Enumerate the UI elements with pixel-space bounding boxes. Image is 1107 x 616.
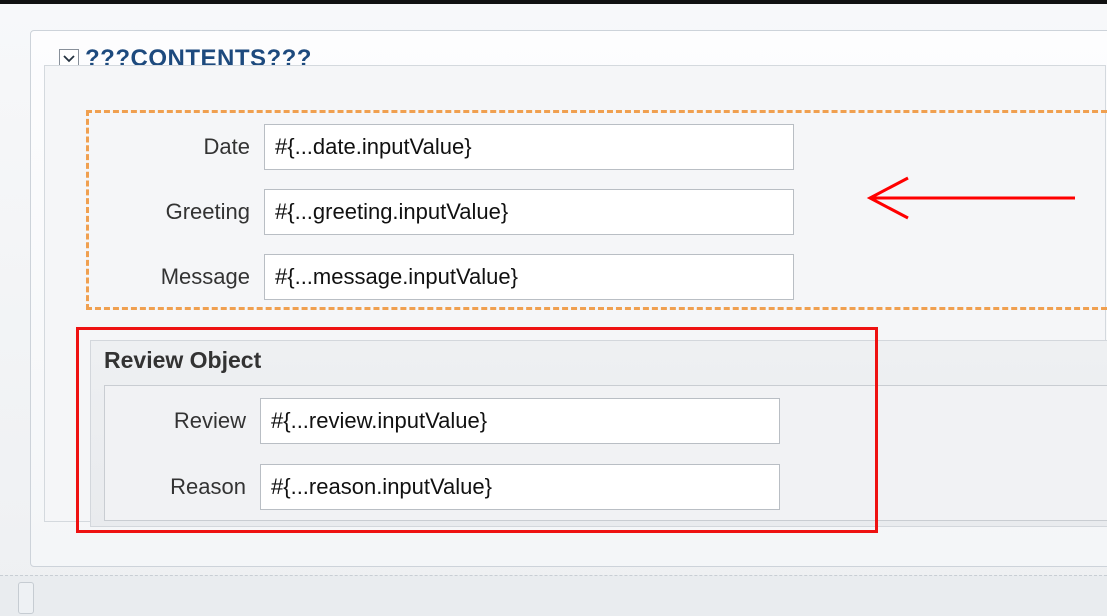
message-row: Message #{...message.inputValue}	[90, 254, 794, 300]
date-label: Date	[203, 134, 250, 159]
resize-handle[interactable]	[18, 582, 34, 614]
review-highlight-outline	[76, 327, 878, 533]
greeting-input[interactable]: #{...greeting.inputValue}	[264, 189, 794, 235]
message-input[interactable]: #{...message.inputValue}	[264, 254, 794, 300]
greeting-label: Greeting	[165, 199, 250, 224]
date-input[interactable]: #{...date.inputValue}	[264, 124, 794, 170]
date-row: Date #{...date.inputValue}	[90, 124, 794, 170]
left-arrow-icon	[860, 170, 1090, 235]
bottom-strip	[0, 575, 1107, 616]
message-label: Message	[160, 264, 250, 289]
greeting-row: Greeting #{...greeting.inputValue}	[90, 189, 794, 235]
